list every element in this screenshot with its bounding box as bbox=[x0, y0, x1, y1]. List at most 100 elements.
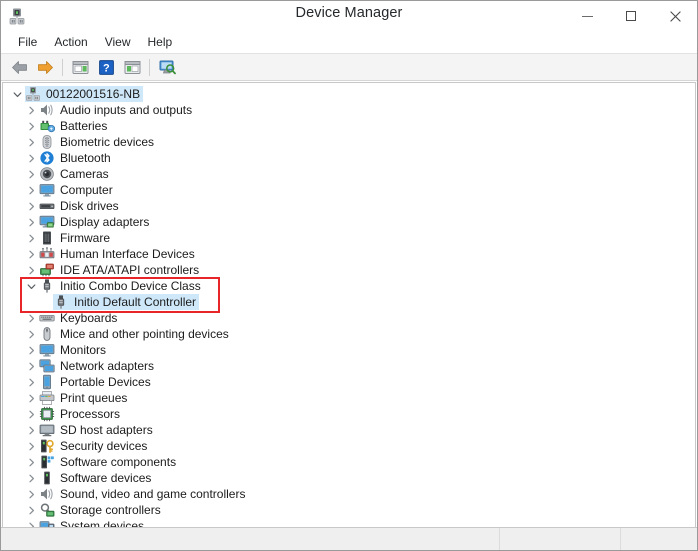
tree-item[interactable]: Bluetooth bbox=[3, 150, 695, 166]
tree-item-content[interactable]: Portable Devices bbox=[39, 374, 154, 390]
tree-item-content[interactable]: System devices bbox=[39, 518, 147, 527]
tree-item[interactable]: Sound, video and game controllers bbox=[3, 486, 695, 502]
tree-item-content[interactable]: SD host adapters bbox=[39, 422, 156, 438]
tree-item[interactable]: Keyboards bbox=[3, 310, 695, 326]
tree-item-content[interactable]: Computer bbox=[39, 182, 116, 198]
chevron-right-icon[interactable] bbox=[23, 118, 39, 134]
tree-item-content[interactable]: 00122001516-NB bbox=[25, 86, 144, 102]
tree-item-content[interactable]: Initio Combo Device Class bbox=[39, 278, 204, 294]
tree-item[interactable]: 00122001516-NB bbox=[3, 86, 695, 102]
back-button[interactable] bbox=[7, 56, 31, 78]
chevron-right-icon[interactable] bbox=[23, 406, 39, 422]
menu-action[interactable]: Action bbox=[46, 33, 96, 51]
tree-item-content[interactable]: Sound, video and game controllers bbox=[39, 486, 248, 502]
forward-button[interactable] bbox=[33, 56, 57, 78]
tree-item[interactable]: Human Interface Devices bbox=[3, 246, 695, 262]
chevron-right-icon[interactable] bbox=[23, 102, 39, 118]
menu-view[interactable]: View bbox=[97, 33, 140, 51]
tree-item-content[interactable]: Keyboards bbox=[39, 310, 120, 326]
tree-item[interactable]: Security devices bbox=[3, 438, 695, 454]
chevron-right-icon[interactable] bbox=[23, 470, 39, 486]
chevron-right-icon[interactable] bbox=[23, 198, 39, 214]
chevron-down-icon[interactable] bbox=[9, 86, 25, 102]
tree-item-content[interactable]: Print queues bbox=[39, 390, 130, 406]
chevron-right-icon[interactable] bbox=[23, 374, 39, 390]
scan-hardware-changes-button[interactable] bbox=[155, 56, 179, 78]
tree-item-content[interactable]: Human Interface Devices bbox=[39, 246, 198, 262]
chevron-right-icon[interactable] bbox=[23, 166, 39, 182]
tree-item-content[interactable]: Batteries bbox=[39, 118, 110, 134]
tree-item-content[interactable]: Software components bbox=[39, 454, 179, 470]
menu-help[interactable]: Help bbox=[140, 33, 182, 51]
tree-item[interactable]: Portable Devices bbox=[3, 374, 695, 390]
chevron-right-icon[interactable] bbox=[23, 150, 39, 166]
tree-item[interactable]: IDE ATA/ATAPI controllers bbox=[3, 262, 695, 278]
chevron-right-icon[interactable] bbox=[23, 134, 39, 150]
chevron-right-icon[interactable] bbox=[23, 518, 39, 527]
tree-item-selected[interactable]: Initio Default Controller bbox=[53, 294, 200, 310]
tree-item[interactable]: Initio Default Controller bbox=[3, 294, 695, 310]
chevron-right-icon[interactable] bbox=[23, 230, 39, 246]
chevron-right-icon[interactable] bbox=[23, 262, 39, 278]
update-driver-button[interactable] bbox=[120, 56, 144, 78]
chevron-right-icon[interactable] bbox=[23, 438, 39, 454]
tree-item-content[interactable]: Cameras bbox=[39, 166, 112, 182]
tree-item-content[interactable]: Biometric devices bbox=[39, 134, 157, 150]
chevron-right-icon[interactable] bbox=[23, 310, 39, 326]
tree-item-content[interactable]: Disk drives bbox=[39, 198, 122, 214]
sd-host-adapter-icon bbox=[39, 422, 55, 438]
chevron-right-icon[interactable] bbox=[23, 454, 39, 470]
tree-item-content[interactable]: IDE ATA/ATAPI controllers bbox=[39, 262, 202, 278]
tree-item-content[interactable]: Firmware bbox=[39, 230, 113, 246]
minimize-button[interactable] bbox=[565, 1, 609, 31]
tree-item[interactable]: Audio inputs and outputs bbox=[3, 102, 695, 118]
chevron-right-icon[interactable] bbox=[23, 214, 39, 230]
tree-item-content[interactable]: Audio inputs and outputs bbox=[39, 102, 195, 118]
tree-item[interactable]: Processors bbox=[3, 406, 695, 422]
chevron-right-icon[interactable] bbox=[23, 502, 39, 518]
device-tree[interactable]: 00122001516-NB Audio inputs and outputs Ba… bbox=[2, 82, 696, 527]
chevron-right-icon[interactable] bbox=[23, 390, 39, 406]
tree-item-content[interactable]: Monitors bbox=[39, 342, 109, 358]
tree-item[interactable]: Storage controllers bbox=[3, 502, 695, 518]
tree-item[interactable]: Disk drives bbox=[3, 198, 695, 214]
tree-item-content[interactable]: Display adapters bbox=[39, 214, 152, 230]
tree-item[interactable]: Software components bbox=[3, 454, 695, 470]
tree-item-content[interactable]: Mice and other pointing devices bbox=[39, 326, 232, 342]
maximize-button[interactable] bbox=[609, 1, 653, 31]
tree-item-content[interactable]: Bluetooth bbox=[39, 150, 114, 166]
tree-item-content[interactable]: Software devices bbox=[39, 470, 154, 486]
chevron-right-icon[interactable] bbox=[23, 182, 39, 198]
properties-button[interactable] bbox=[68, 56, 92, 78]
tree-item-content[interactable]: Network adapters bbox=[39, 358, 157, 374]
tree-item[interactable]: Display adapters bbox=[3, 214, 695, 230]
tree-item[interactable]: Monitors bbox=[3, 342, 695, 358]
tree-item[interactable]: Batteries bbox=[3, 118, 695, 134]
tree-item[interactable]: Firmware bbox=[3, 230, 695, 246]
chevron-right-icon[interactable] bbox=[23, 246, 39, 262]
help-button[interactable]: ? bbox=[94, 56, 118, 78]
tree-item-content[interactable]: Processors bbox=[39, 406, 123, 422]
chevron-right-icon[interactable] bbox=[23, 326, 39, 342]
chevron-down-icon[interactable] bbox=[23, 278, 39, 294]
chevron-right-icon[interactable] bbox=[23, 422, 39, 438]
tree-item[interactable]: Network adapters bbox=[3, 358, 695, 374]
tree-item[interactable]: SD host adapters bbox=[3, 422, 695, 438]
tree-item[interactable]: Computer bbox=[3, 182, 695, 198]
computer-node-icon bbox=[25, 86, 41, 102]
menu-file[interactable]: File bbox=[10, 33, 46, 51]
tree-item-label: Display adapters bbox=[60, 215, 150, 229]
tree-item[interactable]: Software devices bbox=[3, 470, 695, 486]
chevron-right-icon[interactable] bbox=[23, 486, 39, 502]
tree-item[interactable]: System devices bbox=[3, 518, 695, 527]
tree-item-content[interactable]: Storage controllers bbox=[39, 502, 164, 518]
tree-item[interactable]: Cameras bbox=[3, 166, 695, 182]
chevron-right-icon[interactable] bbox=[23, 342, 39, 358]
tree-item-content[interactable]: Security devices bbox=[39, 438, 150, 454]
chevron-right-icon[interactable] bbox=[23, 358, 39, 374]
close-button[interactable] bbox=[653, 1, 697, 31]
tree-item[interactable]: Biometric devices bbox=[3, 134, 695, 150]
tree-item[interactable]: Print queues bbox=[3, 390, 695, 406]
tree-item[interactable]: Mice and other pointing devices bbox=[3, 326, 695, 342]
tree-item[interactable]: Initio Combo Device Class bbox=[3, 278, 695, 294]
